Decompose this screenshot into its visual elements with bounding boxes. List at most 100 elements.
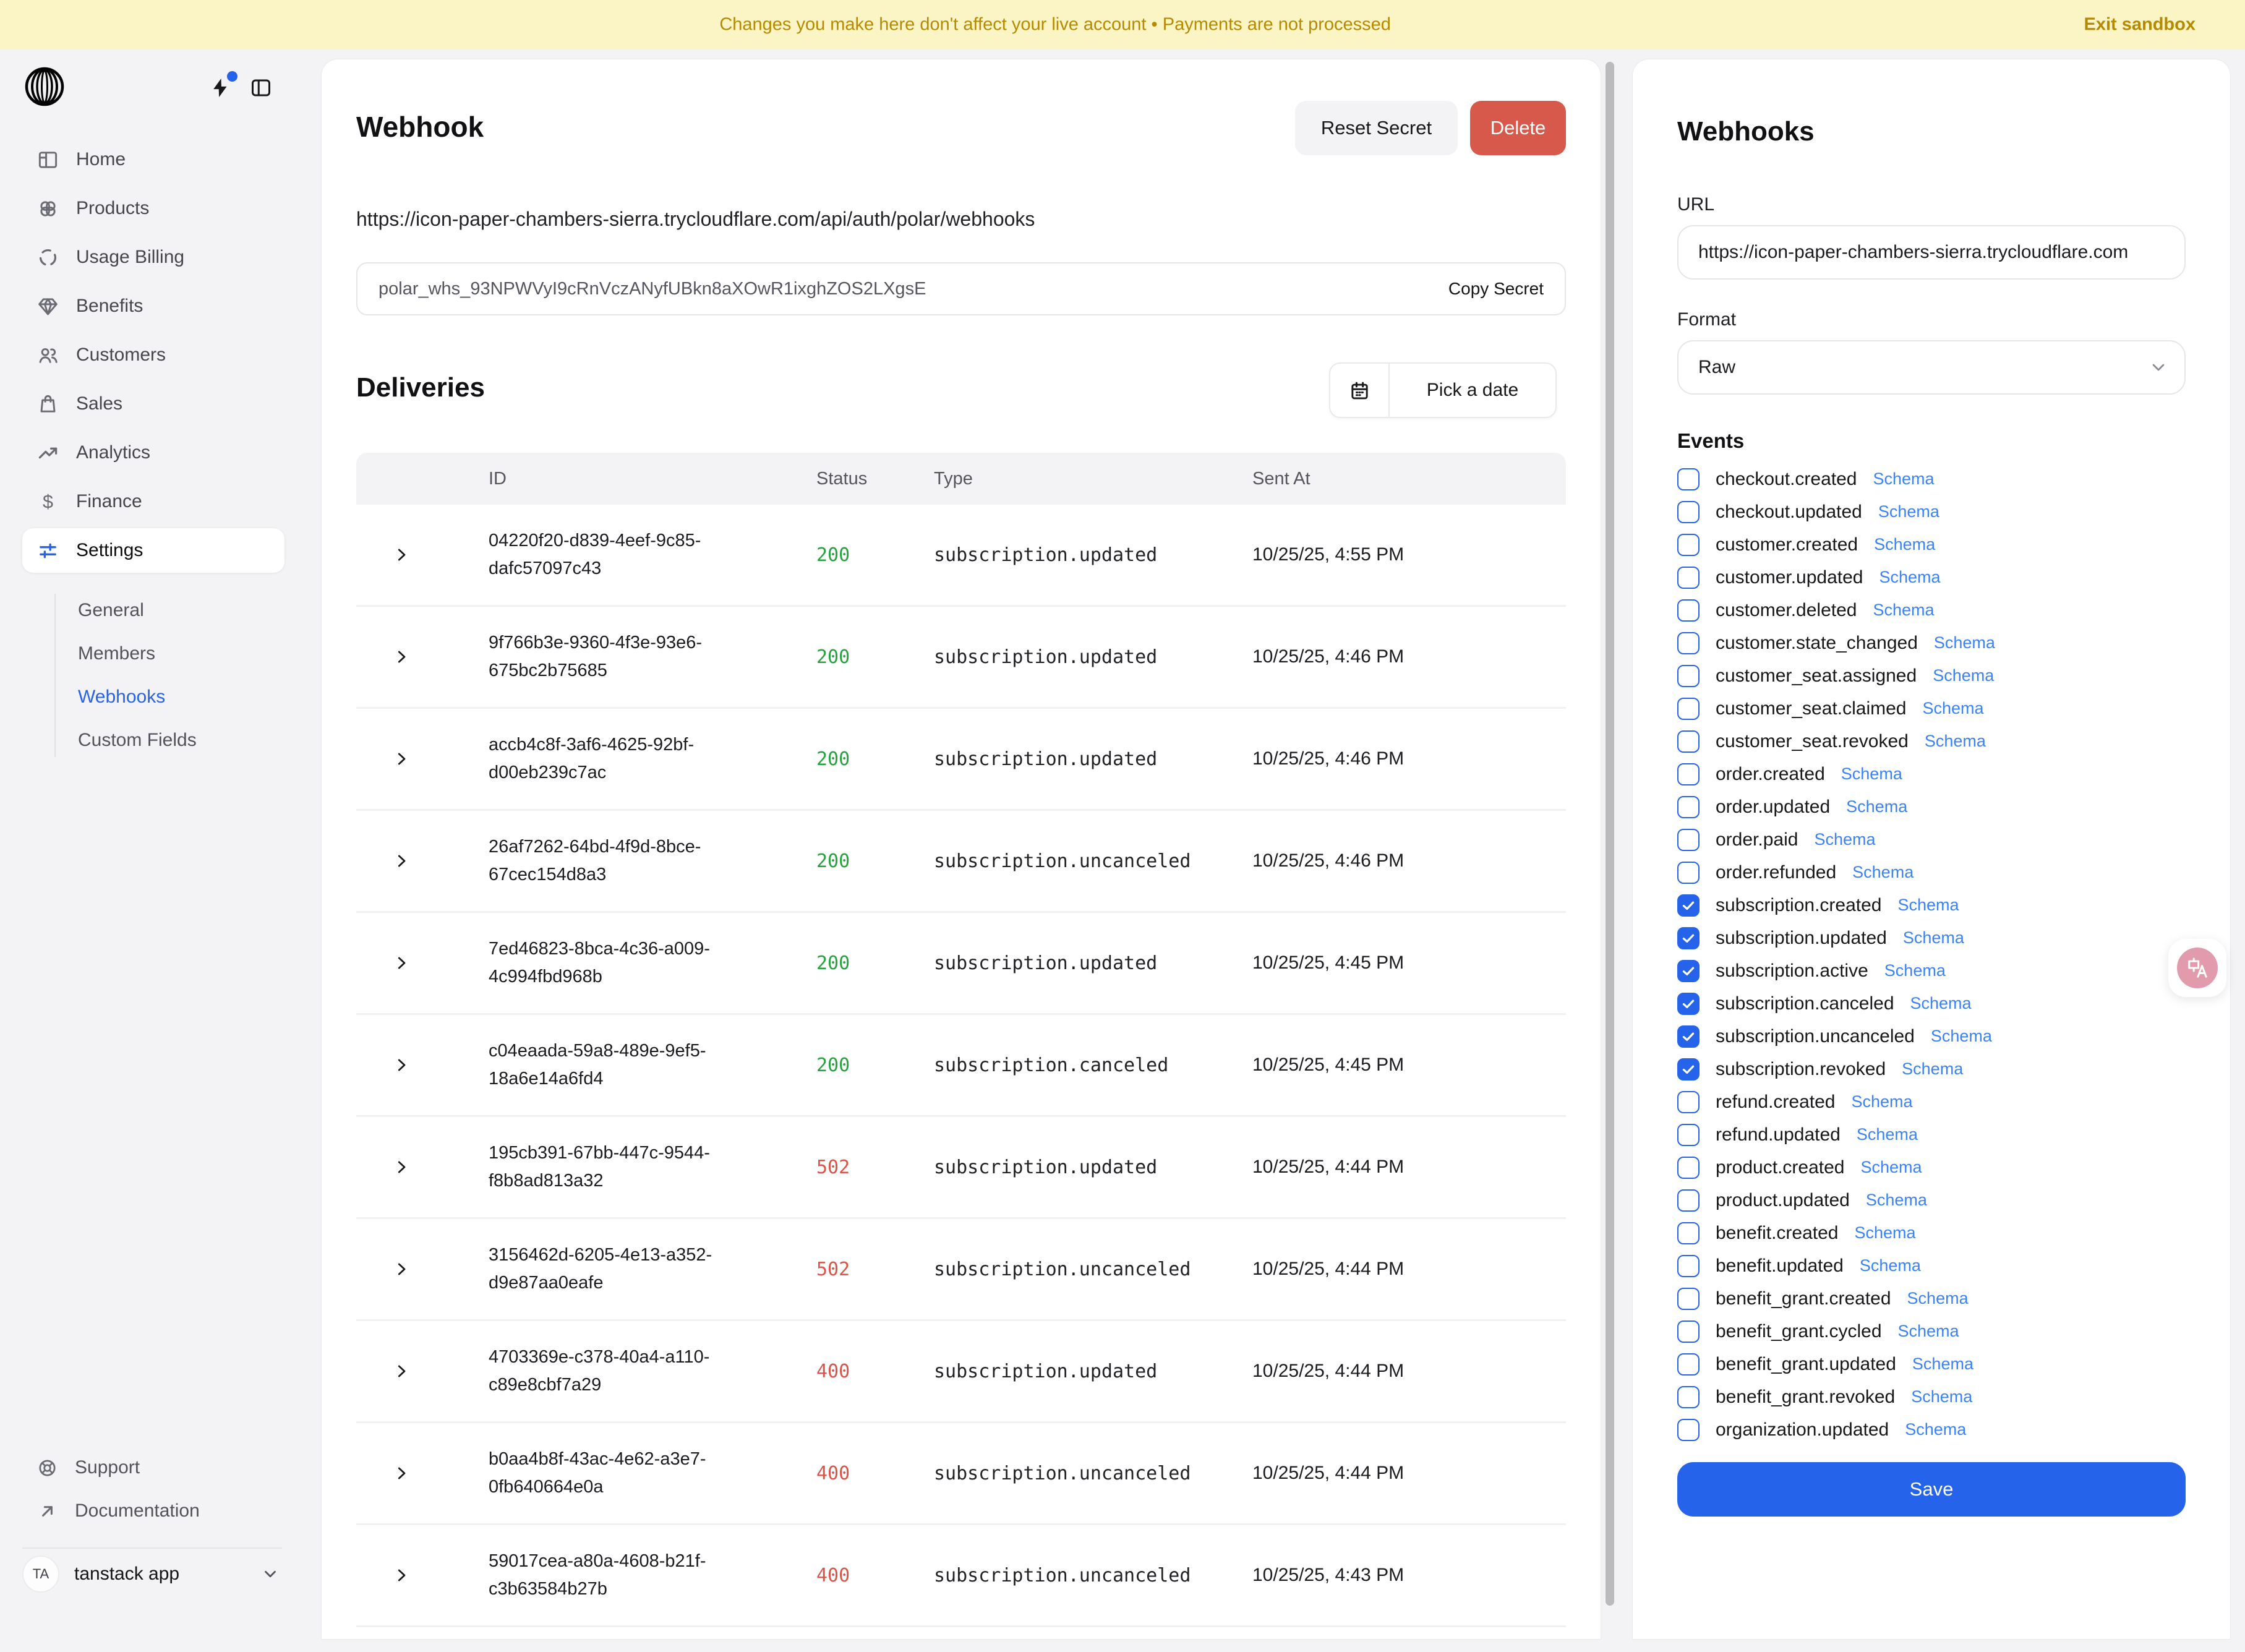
event-schema-link[interactable]: Schema bbox=[1873, 601, 1934, 620]
event-schema-link[interactable]: Schema bbox=[1922, 699, 1983, 718]
event-checkbox[interactable] bbox=[1677, 665, 1700, 687]
event-checkbox[interactable] bbox=[1677, 632, 1700, 654]
date-picker-button[interactable]: Pick a date bbox=[1329, 362, 1557, 418]
sidebar-item-finance[interactable]: $ Finance bbox=[22, 479, 284, 524]
event-checkbox[interactable] bbox=[1677, 1189, 1700, 1212]
table-row[interactable]: 04220f20-d839-4eef-9c85- dafc57097c43 20… bbox=[356, 505, 1566, 605]
event-schema-link[interactable]: Schema bbox=[1854, 1223, 1915, 1243]
reset-secret-button[interactable]: Reset Secret bbox=[1295, 101, 1458, 155]
table-row[interactable]: accb4c8f-3af6-4625-92bf- d00eb239c7ac 20… bbox=[356, 707, 1566, 809]
table-row[interactable]: b0aa4b8f-43ac-4e62-a3e7- 0fb640664e0a 40… bbox=[356, 1421, 1566, 1523]
event-schema-link[interactable]: Schema bbox=[1898, 1322, 1959, 1341]
sidebar-item-settings[interactable]: Settings bbox=[22, 528, 284, 573]
save-button[interactable]: Save bbox=[1677, 1462, 2186, 1517]
event-checkbox[interactable] bbox=[1677, 1255, 1700, 1277]
copy-secret-button[interactable]: Copy Secret bbox=[1448, 279, 1544, 299]
event-schema-link[interactable]: Schema bbox=[1925, 732, 1986, 751]
table-row[interactable]: 7ed46823-8bca-4c36-a009- 4c994fbd968b 20… bbox=[356, 911, 1566, 1013]
event-schema-link[interactable]: Schema bbox=[1933, 666, 1994, 685]
table-row[interactable]: 3156462d-6205-4e13-a352- d9e87aa0eafe 50… bbox=[356, 1217, 1566, 1319]
sidebar-item-sales[interactable]: Sales bbox=[22, 382, 284, 426]
expand-row-button[interactable] bbox=[356, 750, 489, 768]
event-checkbox[interactable] bbox=[1677, 796, 1700, 818]
sidebar-item-products[interactable]: Products bbox=[22, 186, 284, 231]
event-checkbox[interactable] bbox=[1677, 829, 1700, 851]
event-checkbox[interactable] bbox=[1677, 730, 1700, 753]
event-checkbox[interactable] bbox=[1677, 894, 1700, 917]
event-schema-link[interactable]: Schema bbox=[1846, 797, 1907, 816]
subnav-item-members[interactable]: Members bbox=[54, 632, 289, 675]
translate-fab[interactable] bbox=[2168, 939, 2226, 997]
event-checkbox[interactable] bbox=[1677, 1353, 1700, 1376]
event-schema-link[interactable]: Schema bbox=[1902, 1059, 1963, 1079]
event-schema-link[interactable]: Schema bbox=[1851, 1092, 1912, 1111]
expand-row-button[interactable] bbox=[356, 1056, 489, 1074]
event-schema-link[interactable]: Schema bbox=[1934, 633, 1995, 653]
expand-row-button[interactable] bbox=[356, 1158, 489, 1176]
expand-row-button[interactable] bbox=[356, 852, 489, 870]
expand-row-button[interactable] bbox=[356, 954, 489, 972]
event-schema-link[interactable]: Schema bbox=[1884, 961, 1946, 980]
polar-logo-icon[interactable] bbox=[25, 67, 64, 106]
subnav-item-custom-fields[interactable]: Custom Fields bbox=[54, 719, 289, 762]
event-schema-link[interactable]: Schema bbox=[1814, 830, 1875, 849]
table-row[interactable]: c04eaada-59a8-489e-9ef5- 18a6e14a6fd4 20… bbox=[356, 1013, 1566, 1115]
event-checkbox[interactable] bbox=[1677, 501, 1700, 523]
event-checkbox[interactable] bbox=[1677, 1157, 1700, 1179]
event-schema-link[interactable]: Schema bbox=[1878, 502, 1939, 521]
table-row[interactable]: 9f766b3e-9360-4f3e-93e6- 675bc2b75685 20… bbox=[356, 605, 1566, 707]
event-checkbox[interactable] bbox=[1677, 1058, 1700, 1081]
event-schema-link[interactable]: Schema bbox=[1903, 928, 1964, 948]
subnav-item-webhooks[interactable]: Webhooks bbox=[54, 675, 289, 719]
table-row[interactable]: 195cb391-67bb-447c-9544- f8b8ad813a32 50… bbox=[356, 1115, 1566, 1217]
event-schema-link[interactable]: Schema bbox=[1910, 994, 1972, 1013]
table-row[interactable]: 59017cea-a80a-4608-b21f- c3b63584b27b 40… bbox=[356, 1523, 1566, 1625]
event-schema-link[interactable]: Schema bbox=[1897, 896, 1959, 915]
event-schema-link[interactable]: Schema bbox=[1907, 1289, 1969, 1308]
sidebar-item-benefits[interactable]: Benefits bbox=[22, 284, 284, 328]
event-checkbox[interactable] bbox=[1677, 927, 1700, 949]
event-checkbox[interactable] bbox=[1677, 1222, 1700, 1244]
event-schema-link[interactable]: Schema bbox=[1866, 1191, 1927, 1210]
table-row[interactable]: 4703369e-c378-40a4-a110- c89e8cbf7a29 40… bbox=[356, 1319, 1566, 1421]
event-schema-link[interactable]: Schema bbox=[1860, 1256, 1921, 1275]
event-schema-link[interactable]: Schema bbox=[1911, 1387, 1972, 1406]
expand-row-button[interactable] bbox=[356, 1464, 489, 1483]
exit-sandbox-link[interactable]: Exit sandbox bbox=[2084, 15, 2196, 35]
event-schema-link[interactable]: Schema bbox=[1860, 1158, 1922, 1177]
delete-button[interactable]: Delete bbox=[1470, 101, 1566, 155]
sidebar-item-analytics[interactable]: Analytics bbox=[22, 430, 284, 475]
event-checkbox[interactable] bbox=[1677, 567, 1700, 589]
event-schema-link[interactable]: Schema bbox=[1905, 1420, 1966, 1439]
sidebar-item-home[interactable]: Home bbox=[22, 137, 284, 182]
event-schema-link[interactable]: Schema bbox=[1841, 764, 1902, 784]
expand-row-button[interactable] bbox=[356, 1362, 489, 1380]
event-checkbox[interactable] bbox=[1677, 960, 1700, 982]
expand-row-button[interactable] bbox=[356, 1566, 489, 1585]
table-row[interactable]: 26af7262-64bd-4f9d-8bce- 67cec154d8a3 20… bbox=[356, 809, 1566, 911]
event-checkbox[interactable] bbox=[1677, 763, 1700, 785]
org-switcher[interactable]: TA tanstack app bbox=[22, 1554, 288, 1594]
url-input[interactable]: https://icon-paper-chambers-sierra.trycl… bbox=[1677, 225, 2186, 280]
event-checkbox[interactable] bbox=[1677, 534, 1700, 556]
event-checkbox[interactable] bbox=[1677, 1025, 1700, 1048]
event-schema-link[interactable]: Schema bbox=[1912, 1355, 1973, 1374]
vertical-scrollbar[interactable] bbox=[1606, 62, 1614, 1606]
expand-row-button[interactable] bbox=[356, 546, 489, 564]
sidebar-item-documentation[interactable]: Documentation bbox=[22, 1489, 284, 1533]
event-schema-link[interactable]: Schema bbox=[1879, 568, 1941, 587]
event-checkbox[interactable] bbox=[1677, 599, 1700, 622]
event-checkbox[interactable] bbox=[1677, 1091, 1700, 1113]
date-picker-icon-cell[interactable] bbox=[1330, 364, 1390, 417]
sidebar-item-customers[interactable]: Customers bbox=[22, 333, 284, 377]
event-checkbox[interactable] bbox=[1677, 468, 1700, 490]
sidebar-item-usage-billing[interactable]: Usage Billing bbox=[22, 235, 284, 280]
event-checkbox[interactable] bbox=[1677, 1419, 1700, 1441]
event-checkbox[interactable] bbox=[1677, 1320, 1700, 1343]
event-schema-link[interactable]: Schema bbox=[1873, 469, 1934, 489]
format-select[interactable]: Raw bbox=[1677, 340, 2186, 395]
event-checkbox[interactable] bbox=[1677, 1288, 1700, 1310]
sidebar-toggle-icon[interactable] bbox=[250, 77, 272, 99]
event-checkbox[interactable] bbox=[1677, 993, 1700, 1015]
event-schema-link[interactable]: Schema bbox=[1931, 1027, 1992, 1046]
